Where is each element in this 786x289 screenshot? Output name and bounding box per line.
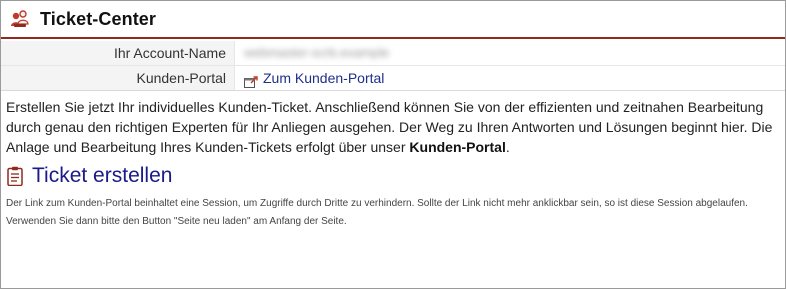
intro-bold-text: Kunden-Portal — [409, 139, 506, 155]
session-note: Der Link zum Kunden-Portal beinhaltet ei… — [6, 198, 748, 227]
ticket-center-panel: Ticket-Center Ihr Account-Name webmaster… — [0, 0, 786, 289]
account-name-value-cell: webmaster-scrb.example — [235, 41, 785, 65]
account-info-table: Ihr Account-Name webmaster-scrb.example … — [1, 41, 785, 91]
table-row: Kunden-Portal Zum Kunden-Portal — [1, 66, 785, 91]
section-title: Ticket erstellen — [32, 164, 173, 187]
intro-paragraph: Erstellen Sie jetzt Ihr individuelles Ku… — [6, 97, 782, 157]
section-heading: Ticket erstellen — [7, 164, 172, 188]
account-name-label: Ihr Account-Name — [1, 41, 235, 65]
page-title: Ticket-Center — [40, 8, 157, 29]
kunden-portal-label: Kunden-Portal — [1, 66, 235, 90]
intro-text-end: . — [505, 139, 510, 155]
panel-header: Ticket-Center — [1, 1, 785, 39]
kunden-portal-link-text: Zum Kunden-Portal — [263, 70, 385, 86]
intro-text: Erstellen Sie jetzt Ihr individuelles Ku… — [6, 99, 773, 155]
external-window-icon — [244, 72, 258, 88]
account-name-value: webmaster-scrb.example — [244, 45, 390, 60]
table-row: Ihr Account-Name webmaster-scrb.example — [1, 41, 785, 66]
kunden-portal-link[interactable]: Zum Kunden-Portal — [244, 66, 384, 90]
support-agents-icon — [10, 9, 30, 29]
kunden-portal-value-cell: Zum Kunden-Portal — [235, 66, 785, 90]
clipboard-icon — [7, 166, 23, 187]
